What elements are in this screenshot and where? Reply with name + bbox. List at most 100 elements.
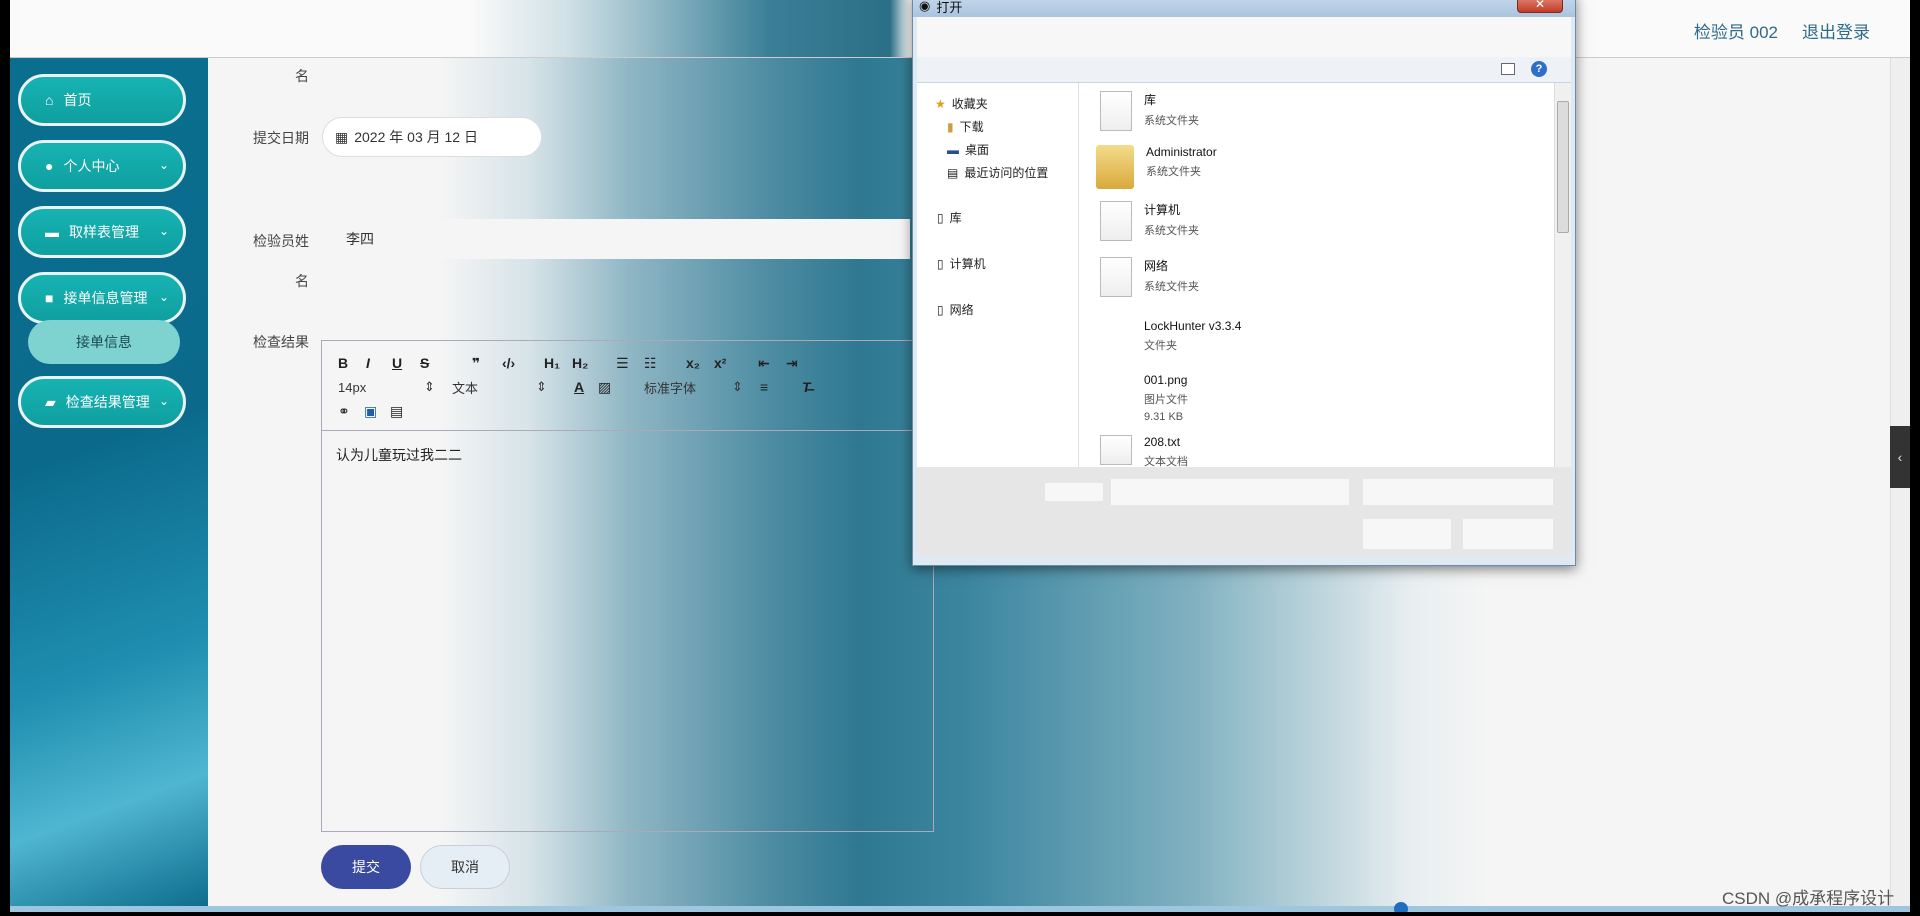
file-size: 9.31 KB — [1144, 411, 1184, 423]
bullet-list-icon[interactable]: ☷ — [644, 355, 657, 372]
folder-icon — [1096, 145, 1134, 189]
font-family-select[interactable]: 标准字体 — [644, 378, 696, 397]
toolbar-row-1: B I U S ❞ ‹/› H₁ H₂ ☰ ☷ x₂ x² ⇤ ⇥ — [336, 351, 919, 375]
strike-icon[interactable]: S — [420, 355, 429, 371]
link-icon[interactable]: ⚭ — [338, 403, 350, 420]
dialog-cancel-button[interactable] — [1463, 519, 1553, 549]
open-button[interactable] — [1363, 519, 1451, 549]
nav-downloads[interactable]: ▮ 下载 — [947, 118, 984, 135]
user-area: 检验员 002 退出登录 — [1694, 18, 1870, 43]
file-list-scrollbar[interactable] — [1554, 83, 1571, 467]
sidebar-item-label: 检查结果管理 — [65, 394, 150, 410]
sidebar-item-label: 接单信息管理 — [63, 290, 148, 306]
file-icon — [1100, 201, 1132, 241]
nav-favorites[interactable]: ★ 收藏夹 — [935, 95, 988, 112]
user-icon: ● — [45, 158, 54, 174]
nav-recent[interactable]: ▤ 最近访问的位置 — [947, 164, 1048, 181]
select-arrows-icon: ⇕ — [424, 379, 435, 394]
navigation-pane: ★ 收藏夹 ▮ 下载 ▬ 桌面 ▤ 最近访问的位置 ▯ 库 ▯ 计算机 ▯ 网络 — [917, 83, 1079, 467]
editor-content[interactable]: 认为儿童玩过我二二 — [322, 431, 933, 479]
heading1-icon[interactable]: H₁ — [544, 355, 560, 371]
dialog-main: ★ 收藏夹 ▮ 下载 ▬ 桌面 ▤ 最近访问的位置 ▯ 库 ▯ 计算机 ▯ 网络… — [917, 83, 1571, 469]
list-item[interactable]: 208.txt 文本文档 — [1100, 435, 1188, 469]
inspector-name-field[interactable]: 李四 — [330, 219, 910, 259]
nav-label: 库 — [949, 211, 962, 225]
ordered-list-icon[interactable]: ☰ — [616, 355, 629, 372]
nav-library[interactable]: ▯ 库 — [937, 209, 962, 226]
sidebar-item-result-management[interactable]: ▰ 检查结果管理 ⌄ — [18, 376, 186, 428]
submit-button[interactable]: 提交 — [321, 845, 411, 889]
collapse-tab[interactable]: ‹ — [1890, 426, 1910, 488]
progress-track — [10, 906, 1910, 912]
code-icon[interactable]: ‹/› — [502, 355, 515, 371]
logout-link[interactable]: 退出登录 — [1802, 18, 1870, 43]
date-value: 2022 年 03 月 12 日 — [354, 129, 478, 145]
file-type: 系统文件夹 — [1146, 166, 1201, 178]
close-button[interactable]: ✕ — [1517, 0, 1563, 13]
outdent-icon[interactable]: ⇤ — [758, 355, 770, 372]
clear-format-icon[interactable]: T̶ — [802, 379, 811, 395]
toolbar-row-2: 14px ⇕ 文本 ⇕ A ▨ 标准字体 ⇕ ≡ T̶ — [336, 375, 919, 399]
file-icon — [1100, 91, 1132, 131]
list-item[interactable]: 计算机 系统文件夹 — [1100, 201, 1199, 241]
font-color-icon[interactable]: A — [574, 379, 584, 395]
underline-icon[interactable]: U — [392, 355, 402, 371]
calendar-icon: ▦ — [335, 128, 349, 145]
watermark: CSDN @成承程序设计 — [1722, 889, 1895, 908]
list-item[interactable]: Administrator 系统文件夹 — [1096, 145, 1217, 189]
background-color-icon[interactable]: ▨ — [598, 379, 611, 396]
scroll-thumb[interactable] — [1557, 101, 1569, 233]
toolbar-row-3: ⚭ ▣ ▤ — [336, 399, 919, 423]
filename-input[interactable] — [1111, 479, 1349, 505]
file-icon — [1100, 257, 1132, 297]
nav-label: 收藏夹 — [951, 97, 988, 111]
blockquote-icon[interactable]: ❞ — [472, 355, 480, 372]
cancel-button[interactable]: 取消 — [420, 845, 510, 889]
sidebar-subitem-order-info[interactable]: 接单信息 — [28, 320, 180, 364]
sidebar-item-order-management[interactable]: ■ 接单信息管理 ⌄ — [18, 272, 186, 324]
nav-computer[interactable]: ▯ 计算机 — [937, 255, 986, 272]
image-icon[interactable]: ▣ — [364, 403, 377, 420]
list-item[interactable]: 001.png 图片文件 9.31 KB — [1144, 373, 1188, 423]
font-size-select[interactable]: 14px — [338, 380, 366, 395]
dialog-footer — [917, 467, 1571, 555]
heading2-icon[interactable]: H₂ — [572, 355, 588, 371]
indent-icon[interactable]: ⇥ — [786, 355, 798, 372]
align-icon[interactable]: ≡ — [760, 379, 768, 395]
nav-desktop[interactable]: ▬ 桌面 — [947, 141, 989, 158]
italic-icon[interactable]: I — [366, 355, 370, 371]
list-item[interactable]: LockHunter v3.3.4 文件夹 — [1144, 319, 1241, 353]
sidebar-item-home[interactable]: ⌂ 首页 — [18, 74, 186, 126]
preview-pane-icon[interactable] — [1501, 63, 1515, 75]
file-name: Administrator — [1146, 145, 1217, 159]
sidebar-item-personal-center[interactable]: ● 个人中心 ⌄ — [18, 140, 186, 192]
bold-icon[interactable]: B — [338, 355, 348, 371]
user-name: 检验员 002 — [1693, 23, 1778, 42]
nav-network[interactable]: ▯ 网络 — [937, 301, 974, 318]
ticket-icon: ▬ — [45, 224, 59, 240]
date-picker[interactable]: ▦ 2022 年 03 月 12 日 — [322, 117, 542, 157]
list-item[interactable]: 网络 系统文件夹 — [1100, 257, 1199, 297]
sidebar-item-label: 首页 — [63, 92, 92, 108]
home-icon: ⌂ — [45, 92, 54, 108]
sidebar: ⌂ 首页 ● 个人中心 ⌄ ▬ 取样表管理 ⌄ ■ 接单信息管理 ⌄ 接单信息 … — [10, 58, 208, 912]
dialog-title: 打开 — [936, 0, 963, 15]
list-item[interactable]: 库 系统文件夹 — [1100, 91, 1199, 131]
address-bar[interactable] — [917, 17, 1571, 57]
progress-handle[interactable] — [1394, 902, 1408, 912]
superscript-icon[interactable]: x² — [714, 355, 726, 371]
file-name: 计算机 — [1144, 203, 1181, 217]
file-type-select[interactable] — [1363, 479, 1553, 505]
text-style-select[interactable]: 文本 — [452, 378, 478, 397]
video-icon[interactable]: ▤ — [390, 403, 403, 420]
nav-label: 最近访问的位置 — [964, 166, 1049, 180]
sidebar-item-sample-management[interactable]: ▬ 取样表管理 ⌄ — [18, 206, 186, 258]
nav-label: 网络 — [949, 303, 974, 317]
nav-label: 下载 — [959, 120, 984, 134]
help-icon[interactable]: ? — [1531, 61, 1547, 77]
computer-icon: ▯ — [937, 256, 944, 271]
nav-label: 桌面 — [965, 143, 990, 157]
subscript-icon[interactable]: x₂ — [686, 355, 700, 371]
file-type: 系统文件夹 — [1144, 281, 1199, 293]
chevron-down-icon: ⌄ — [158, 224, 169, 238]
